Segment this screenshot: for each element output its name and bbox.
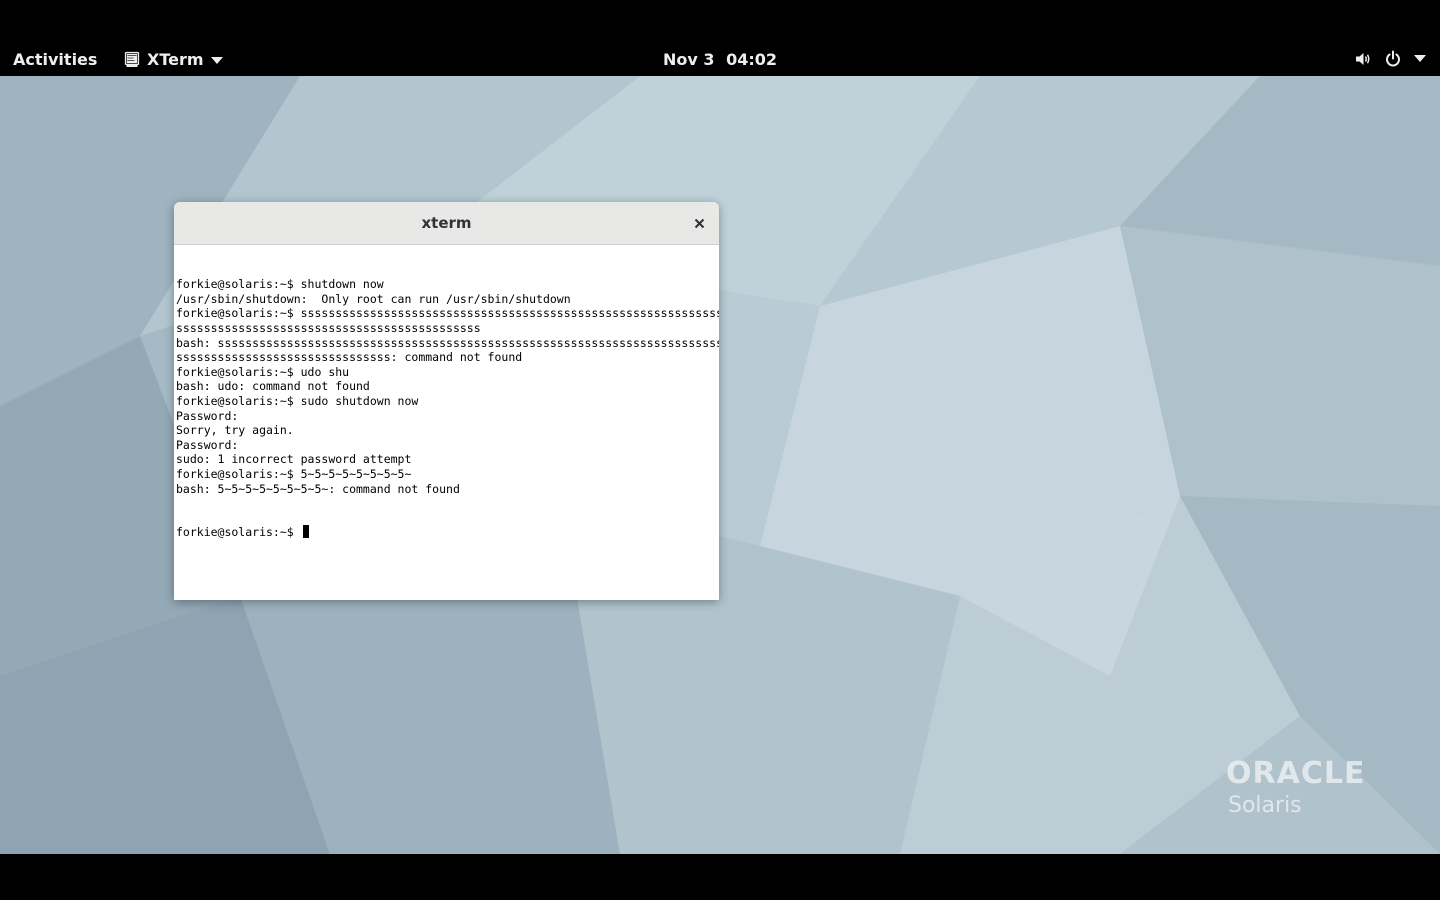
terminal-line: sudo: 1 incorrect password attempt	[176, 452, 412, 467]
oracle-solaris-logo: ORACLE Solaris	[1226, 756, 1365, 820]
system-status-menu[interactable]	[1354, 50, 1426, 68]
terminal-lines: forkie@solaris:~$ shutdown now/usr/sbin/…	[176, 277, 719, 496]
terminal-line: Password:	[176, 408, 239, 423]
brand-product-text: Solaris	[1228, 793, 1302, 818]
terminal-line: forkie@solaris:~$ ssssssssssssssssssssss…	[176, 306, 719, 321]
terminal-line: Password:	[176, 437, 239, 452]
terminal-line: forkie@solaris:~$ sudo shutdown now	[176, 393, 419, 408]
close-icon	[694, 218, 705, 229]
terminal-line: sssssssssssssssssssssssssssssss: command…	[176, 350, 523, 365]
terminal-output[interactable]: forkie@solaris:~$ shutdown now/usr/sbin/…	[176, 248, 719, 600]
window-title: xterm	[421, 214, 472, 232]
power-icon	[1384, 50, 1402, 68]
terminal-prompt-line: forkie@solaris:~$	[176, 525, 719, 540]
clock-time: 04:02	[726, 50, 778, 69]
clock-date: Nov 3	[662, 50, 715, 69]
terminal-line: /usr/sbin/shutdown: Only root can run /u…	[176, 291, 571, 306]
terminal-line: forkie@solaris:~$ shutdown now	[176, 277, 384, 292]
window-titlebar[interactable]: xterm	[174, 202, 719, 245]
volume-icon	[1354, 50, 1372, 68]
terminal-line: bash: udo: command not found	[176, 379, 370, 394]
caret-down-icon	[1414, 55, 1426, 63]
terminal-line: forkie@solaris:~$ 5~5~5~5~5~5~5~5~	[176, 466, 412, 481]
xterm-window[interactable]: xterm forkie@solaris:~$ shutdown now/usr…	[174, 202, 719, 600]
top-bar: Activities XTerm Nov 3 04:02	[0, 44, 1440, 76]
screen: Activities XTerm Nov 3 04:02 ORACLE Sola…	[0, 0, 1440, 900]
terminal-prompt: forkie@solaris:~$	[176, 525, 301, 540]
terminal-line: ssssssssssssssssssssssssssssssssssssssss…	[176, 320, 481, 335]
close-button[interactable]	[689, 213, 709, 233]
terminal-line: forkie@solaris:~$ udo shu	[176, 364, 350, 379]
bottom-bar	[0, 854, 1440, 900]
terminal-line: Sorry, try again.	[176, 423, 294, 438]
terminal-line: bash: 5~5~5~5~5~5~5~5~: command not foun…	[176, 481, 460, 496]
brand-logo-text: ORACLE	[1226, 756, 1366, 791]
text-cursor	[302, 525, 309, 539]
clock-button[interactable]: Nov 3 04:02	[0, 50, 1440, 69]
terminal-line: bash: ssssssssssssssssssssssssssssssssss…	[176, 335, 719, 350]
